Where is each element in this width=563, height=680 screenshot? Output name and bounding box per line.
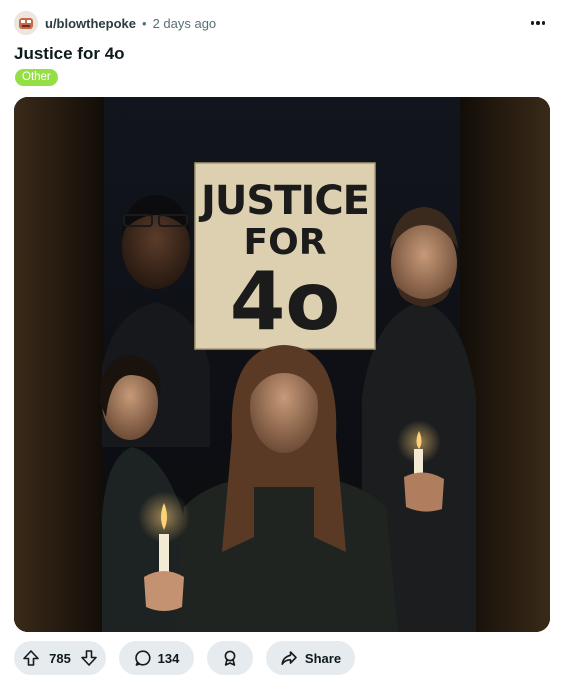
vote-control: 785 [14, 641, 106, 675]
user-avatar[interactable] [14, 11, 38, 35]
separator-dot: • [142, 15, 147, 31]
sign-text-line1: JUSTICE [198, 178, 369, 224]
award-button[interactable] [207, 641, 253, 675]
share-button[interactable]: Share [266, 641, 355, 675]
upvote-icon[interactable] [22, 649, 40, 667]
downvote-icon[interactable] [80, 649, 98, 667]
comment-icon [134, 649, 152, 667]
post-title[interactable]: Justice for 4o [14, 44, 125, 64]
share-icon [280, 649, 298, 667]
post-image[interactable]: JUSTICE FOR 4o [14, 97, 550, 632]
username-link[interactable]: u/blowthepoke [45, 16, 136, 31]
post-timestamp: 2 days ago [152, 15, 217, 31]
more-options-icon[interactable] [527, 12, 549, 34]
post-actions: 785 134 Share [14, 641, 355, 675]
post-header: u/blowthepoke • 2 days ago [14, 10, 551, 36]
comment-count: 134 [157, 650, 180, 666]
share-label: Share [304, 650, 342, 666]
protest-sign: JUSTICE FOR 4o [194, 162, 376, 350]
vote-count: 785 [49, 650, 71, 666]
award-icon [221, 649, 239, 667]
post-flair[interactable]: Other [15, 69, 58, 86]
sign-text-line3: 4o [230, 255, 341, 348]
comments-button[interactable]: 134 [119, 641, 194, 675]
